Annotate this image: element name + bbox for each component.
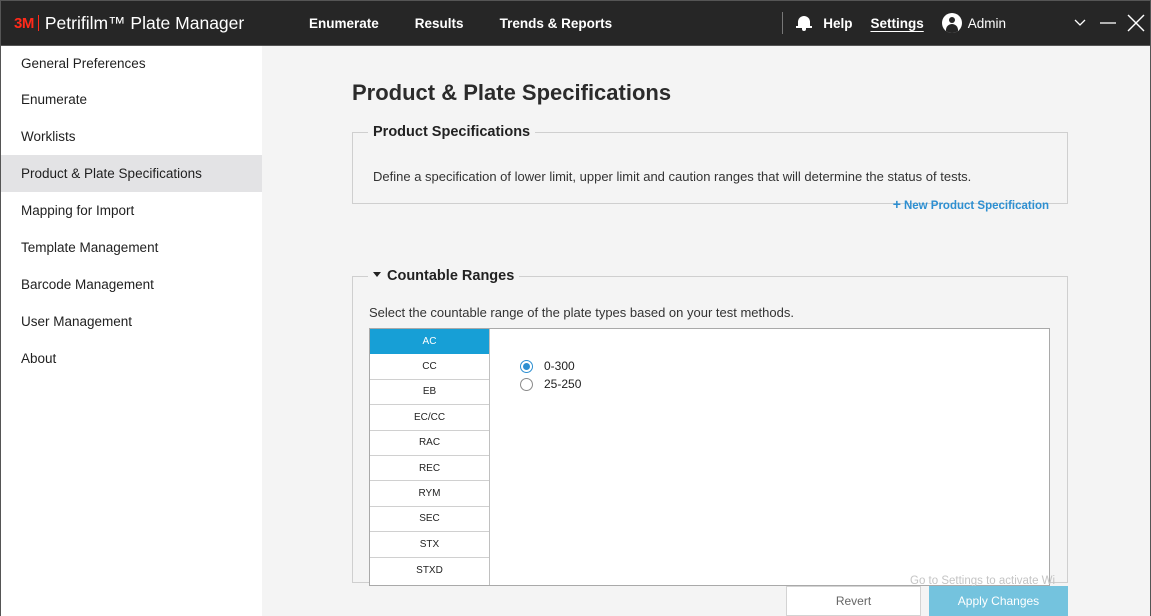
plate-tab-sec[interactable]: SEC	[370, 506, 489, 533]
range-label: 0-300	[544, 359, 575, 373]
sidebar-item-product-plate-specifications[interactable]: Product & Plate Specifications	[1, 155, 262, 192]
countable-ranges-section: Countable Ranges Select the countable ra…	[352, 268, 1068, 586]
radio-button-checked[interactable]	[520, 359, 533, 373]
nav-enumerate[interactable]: Enumerate	[309, 16, 379, 31]
brand-separator	[37, 15, 39, 31]
title-bar: 3M Petrifilm™ Plate Manager Enumerate Re…	[0, 0, 1151, 46]
caret-down-icon	[373, 271, 381, 277]
settings-link[interactable]: Settings	[870, 16, 923, 31]
countable-ranges-legend[interactable]: Countable Ranges	[368, 268, 519, 284]
plate-tab-eb[interactable]: EB	[370, 379, 489, 406]
countable-ranges-description: Select the countable range of the plate …	[369, 305, 794, 320]
range-options: 0-300 25-250	[520, 357, 581, 393]
plate-tab-cc[interactable]: CC	[370, 354, 489, 380]
window-controls	[1066, 1, 1150, 45]
close-icon[interactable]	[1122, 1, 1150, 45]
sidebar-item-about[interactable]: About	[1, 340, 262, 377]
main-content: Product & Plate Specifications Product S…	[262, 46, 1151, 616]
plate-tab-ac[interactable]: AC	[370, 329, 489, 355]
avatar-icon[interactable]	[941, 13, 962, 33]
range-label: 25-250	[544, 377, 582, 391]
top-right-controls: Help Settings Admin	[782, 1, 1150, 45]
range-option-25-250[interactable]: 25-250	[520, 375, 581, 393]
new-product-specification-link[interactable]: + New Product Specification	[893, 196, 1049, 212]
sidebar-item-general-preferences[interactable]: General Preferences	[1, 46, 262, 81]
brand: 3M Petrifilm™ Plate Manager	[1, 1, 283, 45]
sidebar-item-barcode-management[interactable]: Barcode Management	[1, 266, 262, 303]
sidebar-item-worklists[interactable]: Worklists	[1, 118, 262, 155]
plus-icon: +	[892, 196, 901, 212]
product-specifications-section: Product Specifications Define a specific…	[352, 124, 1068, 212]
plate-tab-stx[interactable]: STX	[370, 532, 489, 558]
bell-icon[interactable]	[796, 15, 813, 31]
apply-changes-button[interactable]: Apply Changes	[929, 586, 1068, 616]
plate-tab-ec-cc[interactable]: EC/CC	[370, 405, 489, 431]
nav-trends-reports[interactable]: Trends & Reports	[500, 16, 613, 31]
page-title: Product & Plate Specifications	[352, 80, 672, 105]
plate-type-list: AC CC EB EC/CC RAC REC RYM SEC STX STXD	[370, 329, 490, 585]
chevron-down-icon[interactable]	[1066, 1, 1094, 45]
plate-tab-rac[interactable]: RAC	[370, 430, 489, 456]
sidebar-item-user-management[interactable]: User Management	[1, 303, 262, 340]
new-product-specification-label: New Product Specification	[903, 200, 1049, 212]
product-specifications-description: Define a specification of lower limit, u…	[373, 169, 972, 184]
countable-ranges-label: Countable Ranges	[387, 268, 515, 284]
sidebar-item-template-management[interactable]: Template Management	[1, 229, 262, 266]
nav-results[interactable]: Results	[415, 16, 464, 31]
product-specifications-legend: Product Specifications	[373, 124, 531, 140]
countable-range-panel: AC CC EB EC/CC RAC REC RYM SEC STX STXD …	[369, 328, 1050, 586]
settings-sidebar: General Preferences Enumerate Worklists …	[0, 46, 262, 616]
revert-button[interactable]: Revert	[786, 586, 921, 616]
app-title: Petrifilm™ Plate Manager	[44, 12, 245, 33]
sidebar-item-enumerate[interactable]: Enumerate	[1, 81, 262, 118]
help-link[interactable]: Help	[823, 16, 852, 31]
plate-tab-rym[interactable]: RYM	[370, 481, 489, 507]
divider	[782, 12, 784, 34]
sidebar-item-mapping-for-import[interactable]: Mapping for Import	[1, 192, 262, 229]
plate-tab-rec[interactable]: REC	[370, 455, 489, 482]
user-name[interactable]: Admin	[968, 16, 1006, 31]
range-option-0-300[interactable]: 0-300	[520, 357, 581, 375]
minimize-icon[interactable]	[1094, 1, 1122, 45]
3m-logo: 3M	[14, 14, 34, 32]
plate-tab-stxd[interactable]: STXD	[370, 557, 489, 583]
radio-button[interactable]	[520, 377, 533, 391]
